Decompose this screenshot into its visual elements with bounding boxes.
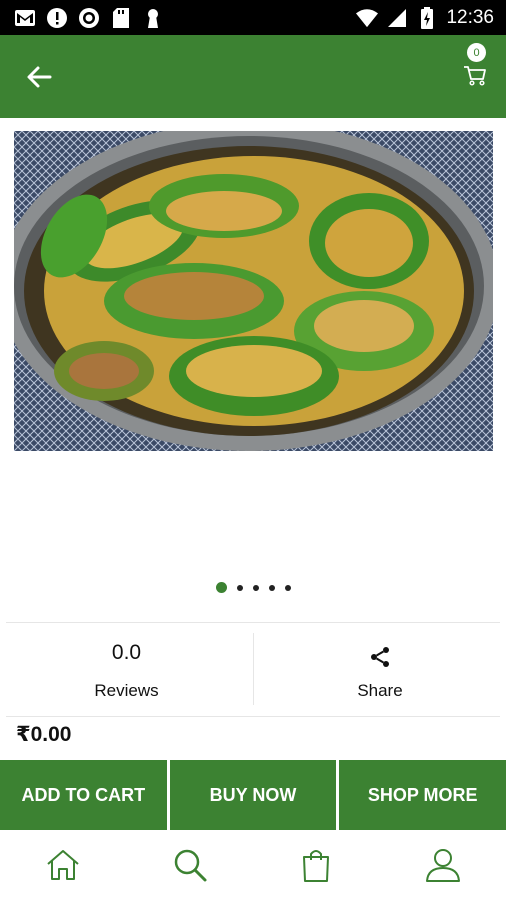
nav-search[interactable] [170, 845, 210, 885]
carousel-dot-active[interactable] [215, 582, 227, 593]
share-button[interactable]: Share [254, 633, 506, 703]
bottom-navigation [0, 830, 506, 900]
shop-more-button[interactable]: SHOP MORE [339, 760, 506, 830]
shopping-bag-icon [303, 850, 330, 882]
sd-card-icon [110, 7, 132, 29]
profile-icon [425, 849, 460, 882]
rating-value: 0.0 [111, 641, 142, 664]
reviews-label: Reviews [94, 681, 159, 700]
carousel-dot[interactable] [284, 584, 291, 591]
carousel-indicator [0, 582, 506, 593]
carousel-dot[interactable] [268, 584, 275, 591]
alert-icon [46, 7, 68, 29]
cart-button[interactable]: 0 [462, 43, 492, 93]
nav-home[interactable] [43, 845, 83, 885]
divider [6, 716, 500, 717]
cart-count-badge: 0 [467, 43, 486, 62]
action-bar: ADD TO CART BUY NOW SHOP MORE [0, 760, 506, 830]
gmail-icon [14, 7, 36, 29]
carousel-dot[interactable] [252, 584, 259, 591]
divider [6, 622, 500, 623]
reviews-section[interactable]: 0.0 Reviews [0, 633, 253, 703]
home-icon [47, 850, 79, 880]
share-label: Share [357, 681, 403, 700]
product-price: ₹0.00 [16, 723, 72, 746]
keyhole-icon [142, 7, 164, 29]
search-icon [174, 849, 207, 882]
buy-now-button[interactable]: BUY NOW [169, 760, 337, 830]
status-bar: 12:36 [0, 0, 506, 35]
back-button[interactable] [22, 59, 58, 95]
app-bar: 0 [0, 35, 506, 118]
product-image[interactable] [14, 131, 493, 451]
wifi-icon [356, 7, 379, 29]
sync-icon [78, 7, 100, 29]
clock: 12:36 [446, 6, 494, 28]
battery-charging-icon [416, 6, 438, 29]
shopping-cart-icon [464, 66, 486, 86]
signal-icon [386, 7, 408, 29]
carousel-dot[interactable] [236, 584, 243, 591]
nav-bag[interactable] [296, 845, 336, 885]
add-to-cart-button[interactable]: ADD TO CART [0, 760, 167, 830]
share-icon [371, 647, 389, 667]
nav-profile[interactable] [423, 845, 463, 885]
arrow-left-icon [27, 66, 52, 88]
